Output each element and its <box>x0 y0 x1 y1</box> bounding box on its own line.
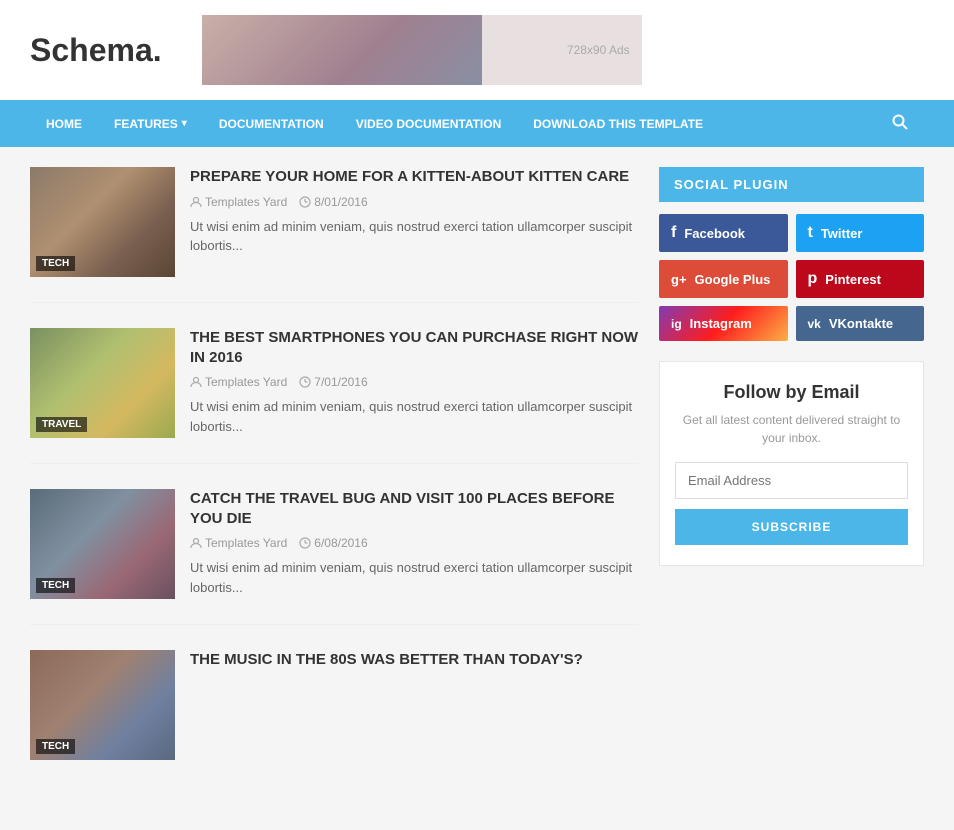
article-thumbnail[interactable]: TRAVEL <box>30 328 175 438</box>
follow-email-widget: Follow by Email Get all latest content d… <box>659 361 924 566</box>
follow-email-desc: Get all latest content delivered straigh… <box>675 411 908 447</box>
subscribe-button[interactable]: SUBSCRIBE <box>675 509 908 545</box>
google-plus-button[interactable]: g+ Google Plus <box>659 260 788 298</box>
article-item: TECH PREPARE YOUR HOME FOR A KITTEN-ABOU… <box>30 167 639 303</box>
article-body: CATCH THE TRAVEL BUG AND VISIT 100 PLACE… <box>190 489 639 599</box>
nav-documentation[interactable]: DOCUMENTATION <box>203 103 340 145</box>
article-meta: Templates Yard 7/01/2016 <box>190 375 639 389</box>
article-meta: Templates Yard 6/08/2016 <box>190 536 639 550</box>
nav-download[interactable]: DOWNLOAD THIS TEMPLATE <box>517 103 719 145</box>
chevron-down-icon: ▾ <box>182 118 187 129</box>
article-excerpt: Ut wisi enim ad minim veniam, quis nostr… <box>190 397 639 436</box>
vkontakte-button[interactable]: vk VKontakte <box>796 306 925 341</box>
twitter-button[interactable]: t Twitter <box>796 214 925 252</box>
pinterest-icon: p <box>808 270 818 288</box>
article-title[interactable]: PREPARE YOUR HOME FOR A KITTEN-ABOUT KIT… <box>190 167 639 187</box>
sidebar: SOCIAL PLUGIN f Facebook t Twitter g+ Go… <box>659 167 924 810</box>
article-author: Templates Yard <box>190 375 287 389</box>
social-grid: f Facebook t Twitter g+ Google Plus p Pi… <box>659 214 924 341</box>
article-tag: TECH <box>36 739 75 754</box>
twitter-icon: t <box>808 224 813 242</box>
article-thumbnail[interactable]: TECH <box>30 650 175 760</box>
follow-email-title: Follow by Email <box>675 382 908 403</box>
pinterest-button[interactable]: p Pinterest <box>796 260 925 298</box>
article-thumbnail[interactable]: TECH <box>30 167 175 277</box>
article-item: TECH CATCH THE TRAVEL BUG AND VISIT 100 … <box>30 489 639 625</box>
vk-icon: vk <box>808 317 821 331</box>
article-tag: TECH <box>36 256 75 271</box>
logo-text: Schema <box>30 32 153 68</box>
article-title[interactable]: CATCH THE TRAVEL BUG AND VISIT 100 PLACE… <box>190 489 639 528</box>
article-author: Templates Yard <box>190 195 287 209</box>
article-body: PREPARE YOUR HOME FOR A KITTEN-ABOUT KIT… <box>190 167 639 277</box>
instagram-button[interactable]: ig Instagram <box>659 306 788 341</box>
nav-home[interactable]: HOME <box>30 103 98 145</box>
ad-banner-image: 728x90 Ads <box>202 15 642 85</box>
main-content: TECH PREPARE YOUR HOME FOR A KITTEN-ABOU… <box>0 147 954 830</box>
email-input[interactable] <box>675 462 908 499</box>
header: Schema. 728x90 Ads <box>0 0 954 100</box>
article-author: Templates Yard <box>190 536 287 550</box>
google-plus-icon: g+ <box>671 272 687 287</box>
article-excerpt: Ut wisi enim ad minim veniam, quis nostr… <box>190 558 639 597</box>
facebook-icon: f <box>671 224 676 242</box>
search-button[interactable] <box>876 100 924 147</box>
instagram-icon: ig <box>671 317 682 331</box>
article-meta: Templates Yard 8/01/2016 <box>190 195 639 209</box>
nav-video-documentation[interactable]: VIDEO DOCUMENTATION <box>340 103 518 145</box>
article-thumbnail[interactable]: TECH <box>30 489 175 599</box>
article-tag: TRAVEL <box>36 417 87 432</box>
nav-features[interactable]: FEATURES ▾ <box>98 103 203 145</box>
article-date: 6/08/2016 <box>299 536 367 550</box>
article-title[interactable]: THE MUSIC IN THE 80S WAS BETTER THAN TOD… <box>190 650 639 670</box>
article-date: 8/01/2016 <box>299 195 367 209</box>
facebook-button[interactable]: f Facebook <box>659 214 788 252</box>
article-body: THE BEST SMARTPHONES YOU CAN PURCHASE RI… <box>190 328 639 438</box>
article-body: THE MUSIC IN THE 80S WAS BETTER THAN TOD… <box>190 650 639 760</box>
logo[interactable]: Schema. <box>30 32 162 69</box>
navigation: HOME FEATURES ▾ DOCUMENTATION VIDEO DOCU… <box>0 100 954 147</box>
article-tag: TECH <box>36 578 75 593</box>
social-plugin: SOCIAL PLUGIN f Facebook t Twitter g+ Go… <box>659 167 924 341</box>
article-item: TECH THE MUSIC IN THE 80S WAS BETTER THA… <box>30 650 639 785</box>
logo-dot: . <box>153 32 162 68</box>
article-date: 7/01/2016 <box>299 375 367 389</box>
social-plugin-header: SOCIAL PLUGIN <box>659 167 924 202</box>
ad-text: 728x90 Ads <box>567 43 630 57</box>
article-item: TRAVEL THE BEST SMARTPHONES YOU CAN PURC… <box>30 328 639 464</box>
article-list: TECH PREPARE YOUR HOME FOR A KITTEN-ABOU… <box>30 167 639 810</box>
article-excerpt: Ut wisi enim ad minim veniam, quis nostr… <box>190 217 639 256</box>
article-title[interactable]: THE BEST SMARTPHONES YOU CAN PURCHASE RI… <box>190 328 639 367</box>
